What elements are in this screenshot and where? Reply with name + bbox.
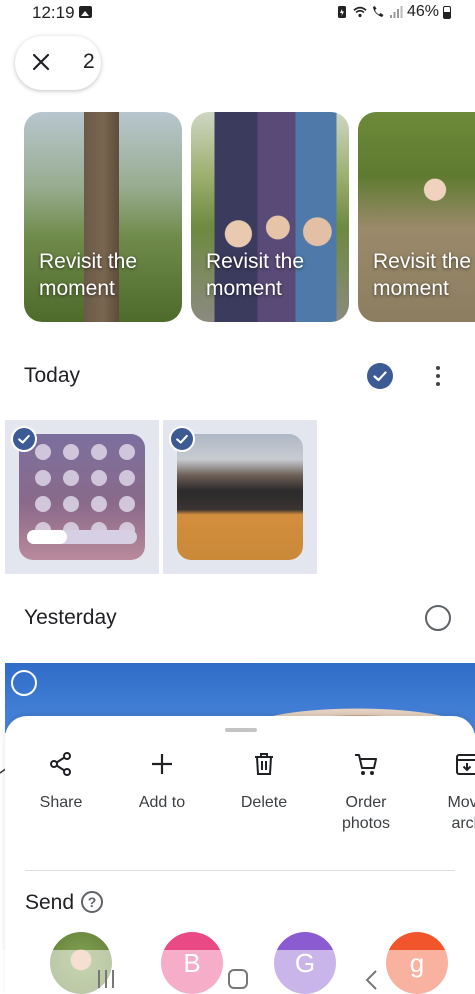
back-icon[interactable] — [362, 969, 382, 991]
battery-icon — [443, 5, 451, 19]
cart-icon — [355, 754, 377, 775]
archive-icon — [456, 754, 475, 775]
memory-label: Revisit the moment — [206, 250, 305, 300]
wifi-calling-icon — [372, 6, 384, 17]
trash-icon — [255, 753, 273, 775]
move-to-archive-button[interactable]: Move arch — [412, 750, 475, 834]
system-navigation-bar — [0, 950, 475, 994]
memory-card[interactable]: Revisit the moment — [24, 112, 182, 322]
recent-apps-icon[interactable] — [96, 970, 116, 988]
delete-button[interactable]: Delete — [209, 750, 319, 813]
photo-thumbnail[interactable] — [163, 420, 317, 574]
status-bar: 12:19 46% — [0, 0, 475, 26]
battery-saver-icon — [337, 6, 346, 18]
memory-card[interactable]: Revisit the moment — [191, 112, 349, 322]
send-title: Send — [25, 891, 75, 914]
more-options-icon[interactable] — [426, 364, 450, 390]
memories-carousel[interactable]: Revisit the moment Revisit the moment Re… — [0, 112, 475, 324]
checkmark-icon — [373, 371, 387, 382]
selected-check[interactable] — [169, 426, 195, 452]
status-right: 46% — [335, 3, 451, 21]
photo-thumbnail[interactable] — [5, 420, 159, 574]
wifi-icon — [353, 6, 367, 18]
order-photos-label: Order photos — [341, 794, 391, 832]
signal-icon — [389, 6, 403, 18]
brightness-bar-preview — [27, 530, 137, 544]
thumbnail-image — [177, 434, 303, 560]
share-button[interactable]: Share — [6, 750, 116, 813]
share-icon — [50, 752, 71, 776]
memory-label: Revisit the moment — [39, 250, 138, 300]
quick-settings-preview — [31, 444, 139, 538]
delete-label: Delete — [240, 794, 288, 811]
plus-icon — [152, 754, 172, 774]
add-to-label: Add to — [138, 794, 186, 811]
select-all-today-check[interactable] — [367, 363, 393, 389]
divider — [25, 870, 455, 871]
selection-pill: 2 — [15, 36, 101, 90]
home-icon[interactable] — [228, 969, 248, 989]
section-title-yesterday: Yesterday — [24, 606, 117, 629]
close-icon[interactable] — [29, 50, 53, 74]
memory-card[interactable]: Revisit the moment — [358, 112, 475, 322]
image-icon — [79, 6, 92, 18]
selected-check[interactable] — [11, 426, 37, 452]
selection-count: 2 — [83, 50, 95, 73]
select-circle[interactable] — [11, 670, 37, 696]
help-icon[interactable]: ? — [81, 891, 103, 913]
status-time: 12:19 — [32, 3, 75, 22]
sheet-drag-handle[interactable] — [225, 728, 257, 732]
photos-selection-screen: 12:19 46% 2 Revisit the moment Revisit t… — [0, 0, 475, 994]
order-photos-button[interactable]: Order photos — [311, 750, 421, 834]
thumbnail-image — [19, 434, 145, 560]
memory-label: Revisit the moment — [373, 250, 472, 300]
select-all-yesterday-circle[interactable] — [425, 605, 451, 631]
section-title-today: Today — [24, 364, 81, 387]
battery-percent: 46% — [406, 3, 439, 20]
checkmark-icon — [176, 434, 188, 444]
checkmark-icon — [18, 434, 30, 444]
move-to-archive-label: Move arch — [447, 794, 475, 832]
share-label: Share — [39, 794, 83, 811]
add-to-button[interactable]: Add to — [107, 750, 217, 813]
